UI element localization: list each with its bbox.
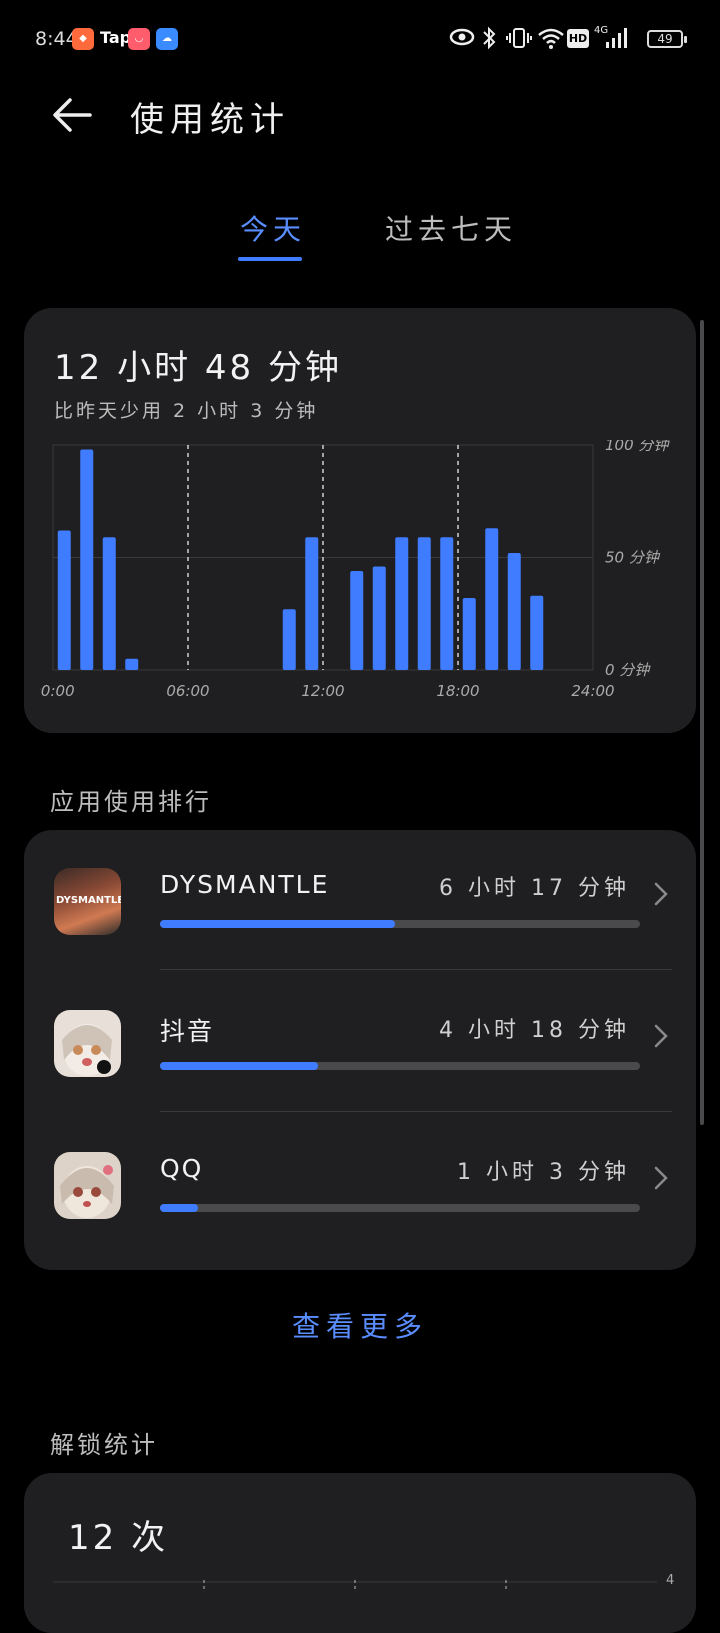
chart-bar	[57, 530, 71, 670]
tab-past-seven-days[interactable]: 过去七天	[385, 208, 517, 248]
app-row-qq[interactable]: QQ 1 小时 3 分钟	[24, 1114, 696, 1254]
usage-progress-bar	[160, 1204, 640, 1212]
app-name: DYSMANTLE	[160, 870, 330, 899]
scrollbar[interactable]	[700, 320, 704, 1125]
y-tick-label: 100 分钟	[605, 440, 670, 454]
usage-comparison: 比昨天少用 2 小时 3 分钟	[54, 400, 319, 422]
tab-indicator	[238, 257, 302, 261]
qq-icon	[54, 1152, 121, 1219]
hourly-usage-chart: 00:00 06:00 12:00 18:00 24:00 100 分钟 50 分钟 0 分钟	[40, 440, 670, 700]
chart-bar	[125, 658, 139, 670]
redbook-icon: ◡	[128, 28, 150, 50]
vibrate-icon	[506, 26, 532, 55]
chart-bar	[395, 537, 409, 670]
chart-bar	[305, 537, 319, 670]
app-duration: 1 小时 3 分钟	[457, 1160, 630, 1185]
chevron-right-icon	[654, 1024, 668, 1048]
x-tick-label: 12:00	[301, 682, 344, 700]
page-title: 使用统计	[130, 100, 290, 140]
chart-bar	[350, 571, 364, 670]
chart-bar	[417, 537, 431, 670]
hd-badge: HD	[567, 29, 589, 48]
app-duration: 6 小时 17 分钟	[439, 876, 630, 901]
chart-bar	[102, 537, 116, 670]
app-name: 抖音	[160, 1017, 215, 1046]
x-tick-label: 18:00	[436, 682, 479, 700]
app-name: QQ	[160, 1154, 204, 1183]
unlock-count: 12 次	[68, 1518, 169, 1558]
chart-bar	[507, 553, 521, 670]
y-tick-label: 0 分钟	[605, 661, 651, 679]
x-tick-label: 00:00	[40, 682, 75, 700]
unlock-chart: 4	[53, 1573, 674, 1592]
back-button[interactable]	[50, 92, 96, 138]
chart-bar	[440, 537, 454, 670]
chevron-right-icon	[654, 882, 668, 906]
kuaishou-icon: ◆	[72, 28, 94, 50]
chart-bar	[462, 598, 476, 670]
total-usage-time: 12 小时 48 分钟	[54, 348, 342, 388]
back-arrow-icon	[53, 98, 92, 132]
app-row-dysmantle[interactable]: DYSMANTLE DYSMANTLE 6 小时 17 分钟	[24, 830, 696, 970]
cloud-icon: ☁	[156, 28, 178, 50]
y-tick-label: 50 分钟	[605, 549, 661, 567]
y-tick-label: 4	[666, 1573, 674, 1588]
status-bar: 8:44 ◆ Tap ◡ ☁ HD 4G 49	[0, 0, 720, 80]
chart-bar	[485, 528, 499, 670]
x-tick-label: 24:00	[571, 682, 614, 700]
ranking-section-label: 应用使用排行	[50, 788, 212, 816]
tab-today[interactable]: 今天	[240, 208, 306, 248]
dysmantle-icon: DYSMANTLE	[54, 868, 121, 935]
bluetooth-icon	[480, 26, 498, 55]
usage-progress-bar	[160, 1062, 640, 1070]
chart-bar	[282, 609, 296, 670]
usage-progress-bar	[160, 920, 640, 928]
taptap-icon: Tap	[100, 28, 132, 47]
wifi-icon	[537, 26, 565, 55]
douyin-icon	[54, 1010, 121, 1077]
app-row-douyin[interactable]: 抖音 4 小时 18 分钟	[24, 972, 696, 1112]
divider	[160, 969, 672, 970]
unlock-section-label: 解锁统计	[50, 1431, 158, 1459]
view-more-link[interactable]: 查看更多	[0, 1305, 720, 1345]
chart-bar	[80, 449, 94, 670]
battery-icon: 49	[647, 30, 687, 48]
chevron-right-icon	[654, 1166, 668, 1190]
signal-icon	[604, 26, 630, 55]
divider	[160, 1111, 672, 1112]
chart-bar	[530, 595, 544, 670]
chart-bar	[372, 566, 386, 670]
app-duration: 4 小时 18 分钟	[439, 1018, 630, 1043]
x-tick-label: 06:00	[166, 682, 209, 700]
eye-icon	[449, 26, 475, 53]
